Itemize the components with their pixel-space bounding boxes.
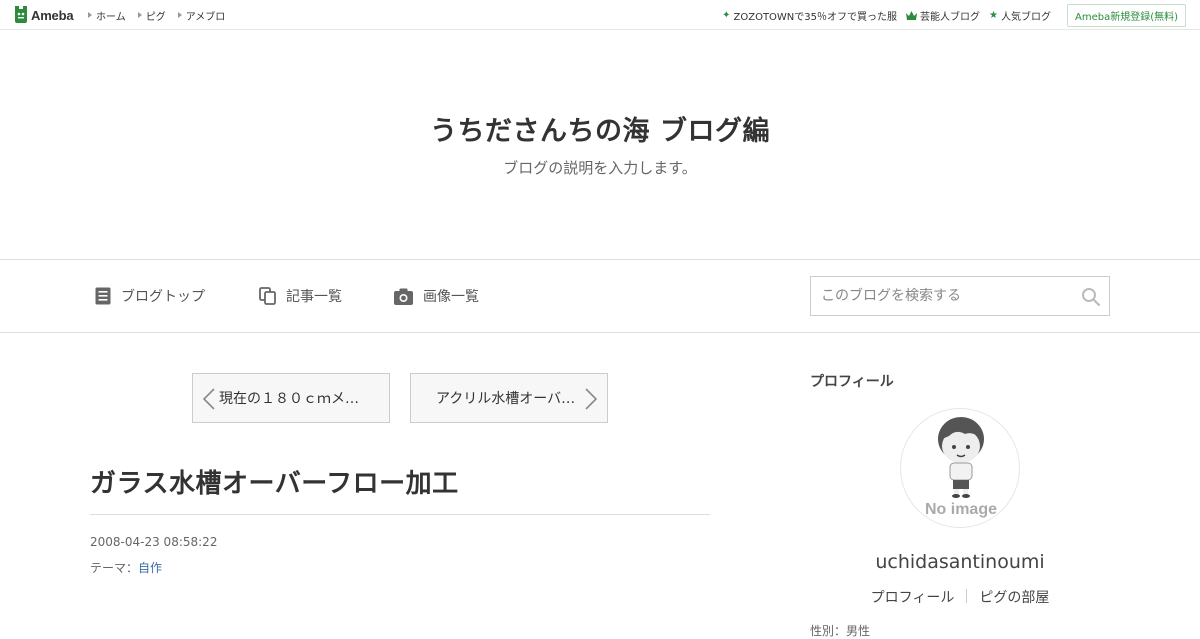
nav-blog-top[interactable]: ブログトップ: [95, 286, 205, 306]
global-nav: ホーム ピグ アメブロ: [88, 0, 237, 30]
global-nav-ameblo[interactable]: アメブロ: [177, 8, 226, 23]
popular-blog-link-label: 人気ブログ: [1000, 11, 1051, 23]
global-links: ✦ ZOZOTOWNで35％オフで買った服 芸能人ブログ ★ 人気ブログ Ameba…: [713, 0, 1186, 30]
blog-description: ブログの説明を入力します。: [503, 159, 697, 177]
global-nav-pigg[interactable]: ピグ: [137, 8, 166, 23]
copy-icon: [259, 287, 276, 305]
global-nav-label: ホーム: [96, 11, 126, 23]
prev-entry-button[interactable]: 現在の１８０ｃｍメ…: [192, 373, 390, 423]
next-entry-title: アクリル水槽オーバ…: [436, 391, 576, 407]
caret-right-icon: [177, 12, 182, 18]
caret-right-icon: [88, 12, 92, 18]
title-divider: [90, 514, 710, 515]
celebrity-blog-link-label: 芸能人ブログ: [920, 11, 981, 23]
link-separator: [966, 589, 968, 603]
nav-entry-list-label: 記事一覧: [286, 289, 342, 305]
celebrity-blog-link[interactable]: 芸能人ブログ: [906, 8, 980, 23]
star-icon: ★: [989, 9, 998, 21]
profile-gender: 性別：男性: [810, 624, 871, 638]
blog-title[interactable]: うちださんちの海 ブログ編: [0, 109, 1200, 148]
article-date: 2008-04-23 08:58:22: [90, 535, 218, 549]
profile-heading: プロフィール: [810, 374, 894, 390]
ameba-logo-icon: [15, 6, 27, 23]
nav-blog-top-label: ブログトップ: [121, 289, 205, 305]
chevron-right-icon: [585, 388, 597, 410]
global-nav-home[interactable]: ホーム: [88, 8, 126, 23]
zozotown-link[interactable]: ✦ ZOZOTOWNで35％オフで買った服: [722, 8, 897, 23]
blog-header: うちださんちの海 ブログ編 ブログの説明を入力します。: [0, 31, 1200, 259]
zozotown-link-label: ZOZOTOWNで35％オフで買った服: [733, 11, 898, 23]
theme-link[interactable]: 自作: [138, 561, 162, 575]
ameba-logo-text: Ameba: [31, 7, 74, 23]
ameba-logo[interactable]: Ameba: [14, 6, 74, 24]
camera-icon: [394, 288, 413, 305]
document-icon: [95, 287, 111, 305]
blog-search: [810, 276, 1110, 316]
search-icon[interactable]: [1081, 287, 1101, 307]
pigg-room-link[interactable]: ピグの部屋: [979, 587, 1049, 607]
theme-label: テーマ：: [90, 561, 139, 575]
article-title[interactable]: ガラス水槽オーバーフロー加工: [90, 463, 459, 500]
avatar-caption: No image: [925, 501, 997, 518]
chevron-left-icon: [203, 388, 215, 410]
prev-entry-title: 現在の１８０ｃｍメ…: [219, 391, 359, 407]
nav-entry-list[interactable]: 記事一覧: [259, 286, 342, 306]
nav-image-list-label: 画像一覧: [423, 289, 479, 305]
caret-right-icon: [137, 12, 142, 18]
popular-blog-link[interactable]: ★ 人気ブログ: [989, 8, 1051, 23]
next-entry-button[interactable]: アクリル水槽オーバ…: [410, 373, 608, 423]
crown-icon: [906, 10, 918, 20]
global-nav-label: ピグ: [145, 11, 166, 23]
sparkle-icon: ✦: [722, 9, 731, 21]
profile-link[interactable]: プロフィール: [871, 587, 955, 607]
no-image-avatar-icon: No image: [925, 417, 997, 518]
profile-links: プロフィール ピグの部屋: [810, 587, 1110, 607]
avatar[interactable]: No image: [900, 408, 1020, 528]
blog-nav: ブログトップ 記事一覧 画像一覧: [0, 259, 1200, 333]
article-theme: テーマ：自作: [90, 559, 162, 576]
profile-username[interactable]: uchidasantinoumi: [810, 551, 1110, 573]
global-header: Ameba ホーム ピグ アメブロ ✦ ZOZOTOWNで35％オフで買った服 芸…: [0, 0, 1200, 30]
nav-image-list[interactable]: 画像一覧: [394, 286, 479, 306]
global-nav-label: アメブロ: [185, 11, 226, 23]
register-button[interactable]: Ameba新規登録(無料): [1066, 3, 1186, 27]
search-input[interactable]: [811, 277, 1109, 315]
